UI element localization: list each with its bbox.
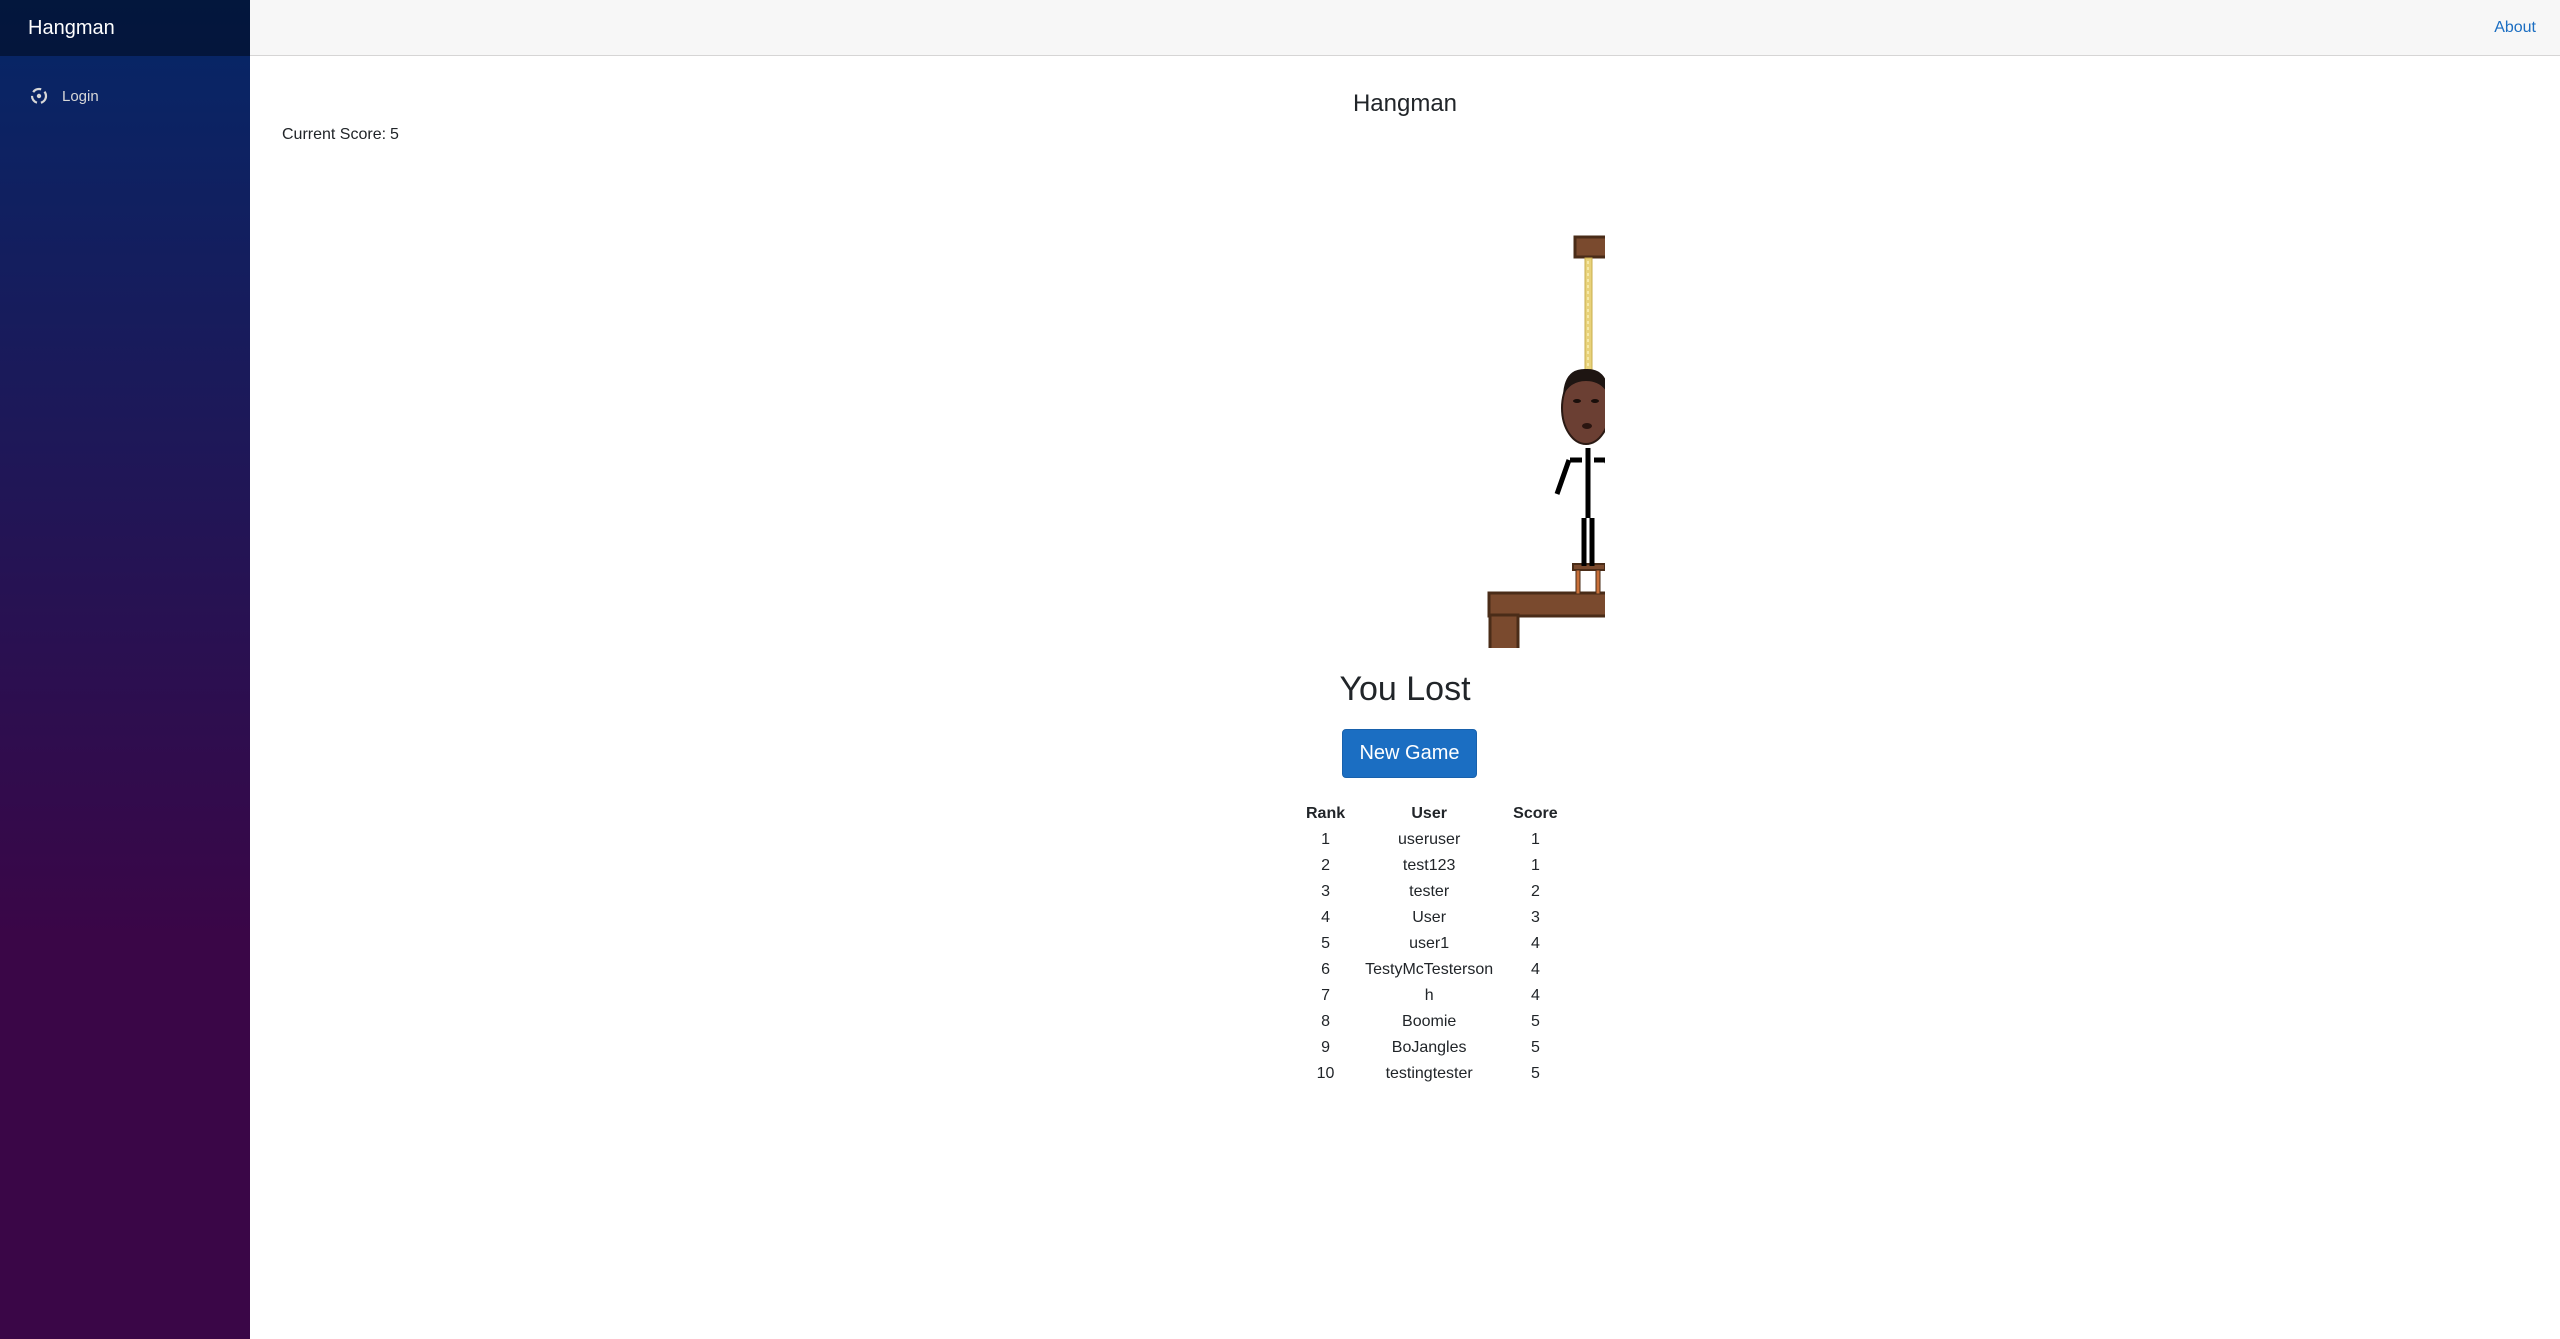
user-cell: user1 xyxy=(1409,935,1450,952)
column-header-rank: Rank xyxy=(1306,804,1346,822)
table-row: 6 TestyMcTesterson 4 xyxy=(1296,957,1568,983)
table-header-row: Rank User Score xyxy=(1296,800,1568,827)
user-cell: Boomie xyxy=(1402,1013,1457,1030)
leaderboard-table: Rank User Score 1 useruser 1 2 test123 1… xyxy=(1296,800,1568,1087)
user-cell: TestyMcTesterson xyxy=(1365,961,1494,978)
hangman-drawing xyxy=(1235,148,1840,701)
rank-cell: 6 xyxy=(1321,961,1331,978)
score-cell: 5 xyxy=(1530,1065,1540,1082)
table-row: 2 test123 1 xyxy=(1296,853,1568,879)
table-row: 4 User 3 xyxy=(1296,905,1568,931)
column-header-user: User xyxy=(1411,804,1447,822)
table-row: 1 useruser 1 xyxy=(1296,827,1568,853)
brand-link[interactable]: Hangman xyxy=(28,17,115,40)
user-cell: h xyxy=(1424,987,1434,1004)
table-row: 5 user1 4 xyxy=(1296,931,1568,957)
rank-cell: 4 xyxy=(1321,909,1331,926)
user-cell: useruser xyxy=(1398,831,1461,848)
rank-cell: 2 xyxy=(1321,857,1331,874)
sidebar: Hangman Login xyxy=(0,0,250,1339)
rank-cell: 8 xyxy=(1321,1013,1331,1030)
about-link[interactable]: About xyxy=(2494,19,2536,37)
page-title: Hangman xyxy=(1352,90,1458,117)
score-cell: 5 xyxy=(1530,1013,1540,1030)
score-cell: 4 xyxy=(1530,961,1540,978)
rank-cell: 9 xyxy=(1321,1039,1331,1056)
score-cell: 2 xyxy=(1530,883,1540,900)
brand-bar: Hangman xyxy=(0,0,250,56)
user-cell: testingtester xyxy=(1385,1065,1473,1082)
rank-cell: 7 xyxy=(1321,987,1331,1004)
main-content: Hangman Current Score: 5 You Lost New Ga… xyxy=(250,56,2560,1339)
login-icon xyxy=(28,85,50,107)
score-value: 5 xyxy=(390,126,399,143)
sidebar-item-label: Login xyxy=(62,87,99,105)
table-row: 10 testingtester 5 xyxy=(1296,1061,1568,1087)
column-header-score: Score xyxy=(1513,804,1558,822)
table-row: 7 h 4 xyxy=(1296,983,1568,1009)
rank-cell: 3 xyxy=(1321,883,1331,900)
score-cell: 4 xyxy=(1530,987,1540,1004)
score-cell: 4 xyxy=(1530,935,1540,952)
score-label: Current Score: xyxy=(282,126,387,143)
user-cell: BoJangles xyxy=(1391,1039,1467,1056)
user-cell: tester xyxy=(1409,883,1450,900)
score-cell: 1 xyxy=(1530,857,1540,874)
table-row: 9 BoJangles 5 xyxy=(1296,1035,1568,1061)
new-game-button[interactable]: New Game xyxy=(1342,729,1477,778)
rank-cell: 5 xyxy=(1321,935,1331,952)
top-row: About xyxy=(250,0,2560,56)
hanged-figure xyxy=(1554,368,1626,566)
score-cell: 1 xyxy=(1530,831,1540,848)
score-cell: 5 xyxy=(1530,1039,1540,1056)
table-row: 3 tester 2 xyxy=(1296,879,1568,905)
rank-cell: 10 xyxy=(1316,1065,1335,1082)
current-score: Current Score: 5 xyxy=(282,126,399,144)
game-status: You Lost xyxy=(1339,670,1471,708)
user-cell: User xyxy=(1412,909,1447,926)
sidebar-item-login[interactable]: Login xyxy=(28,72,250,120)
table-row: 8 Boomie 5 xyxy=(1296,1009,1568,1035)
rank-cell: 1 xyxy=(1321,831,1331,848)
user-cell: test123 xyxy=(1402,857,1456,874)
score-cell: 3 xyxy=(1530,909,1540,926)
